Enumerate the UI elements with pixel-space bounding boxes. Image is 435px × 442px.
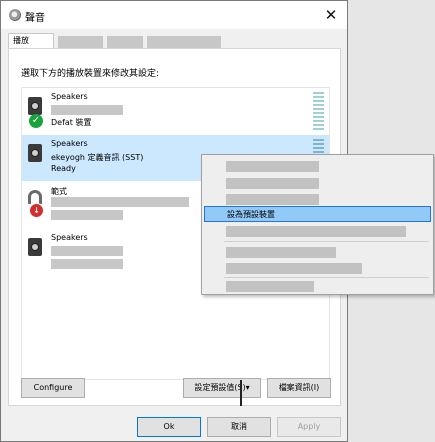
menu-item[interactable] — [204, 175, 431, 191]
device-item[interactable]: ✓ Speakers Defat 裝置 — [22, 88, 329, 134]
redacted-menu-label — [226, 161, 319, 172]
text-cursor-icon — [240, 380, 242, 406]
menu-item[interactable] — [204, 223, 431, 239]
redacted-description — [51, 105, 123, 115]
configure-button[interactable]: Configure — [21, 378, 85, 398]
redacted-menu-label — [226, 194, 319, 205]
redacted-menu-label — [226, 281, 314, 292]
volume-level-meter — [313, 92, 324, 130]
redacted-description — [51, 246, 123, 256]
headset-icon — [28, 190, 42, 204]
redacted-menu-label — [226, 247, 336, 258]
device-name: Speakers — [51, 139, 88, 148]
speaker-app-icon — [9, 9, 21, 21]
device-name: 範式 — [51, 187, 67, 196]
title-bar: 聲音 ✕ — [1, 1, 347, 29]
menu-item[interactable] — [204, 158, 431, 174]
close-icon: ✕ — [324, 6, 338, 24]
menu-item-set-default[interactable]: 設為預設裝置 — [204, 206, 431, 222]
device-status: Defat 裝置 — [51, 118, 92, 127]
device-context-menu: 設為預設裝置 — [201, 154, 434, 295]
menu-separator — [224, 241, 429, 242]
window-title: 聲音 — [25, 13, 45, 24]
speaker-icon — [28, 238, 42, 256]
tab-playback[interactable]: 播放 — [8, 33, 54, 49]
redacted-description — [51, 197, 189, 207]
redacted-menu-label — [226, 226, 406, 237]
menu-item-label: 設為預設裝置 — [227, 210, 275, 219]
redacted-status — [51, 210, 123, 220]
menu-item[interactable] — [204, 244, 431, 260]
menu-item[interactable] — [204, 278, 431, 294]
down-arrow-icon: ↓ — [29, 203, 44, 218]
menu-item[interactable] — [204, 260, 431, 276]
device-name: Speakers — [51, 92, 88, 101]
set-default-button[interactable]: 設定預設值(S)▾ — [183, 378, 261, 398]
cancel-button[interactable]: 取消 — [207, 417, 271, 437]
check-icon: ✓ — [29, 114, 43, 128]
redacted-status — [51, 259, 123, 269]
apply-button[interactable]: Apply — [277, 417, 341, 437]
speaker-icon — [28, 97, 42, 115]
speaker-icon — [28, 144, 42, 162]
redacted-menu-label — [226, 178, 319, 189]
close-button[interactable]: ✕ — [317, 3, 345, 27]
device-description: ekeyogh 定義音訊 (SST) — [51, 153, 144, 162]
device-name: Speakers — [51, 233, 88, 242]
redacted-menu-label — [226, 263, 362, 274]
instruction-text: 選取下方的播放裝置來修改其設定: — [21, 69, 160, 79]
properties-button[interactable]: 檔案資訊(I) — [267, 378, 331, 398]
device-status: Ready — [51, 164, 76, 173]
ok-button[interactable]: Ok — [137, 417, 201, 437]
menu-item[interactable] — [204, 191, 431, 207]
